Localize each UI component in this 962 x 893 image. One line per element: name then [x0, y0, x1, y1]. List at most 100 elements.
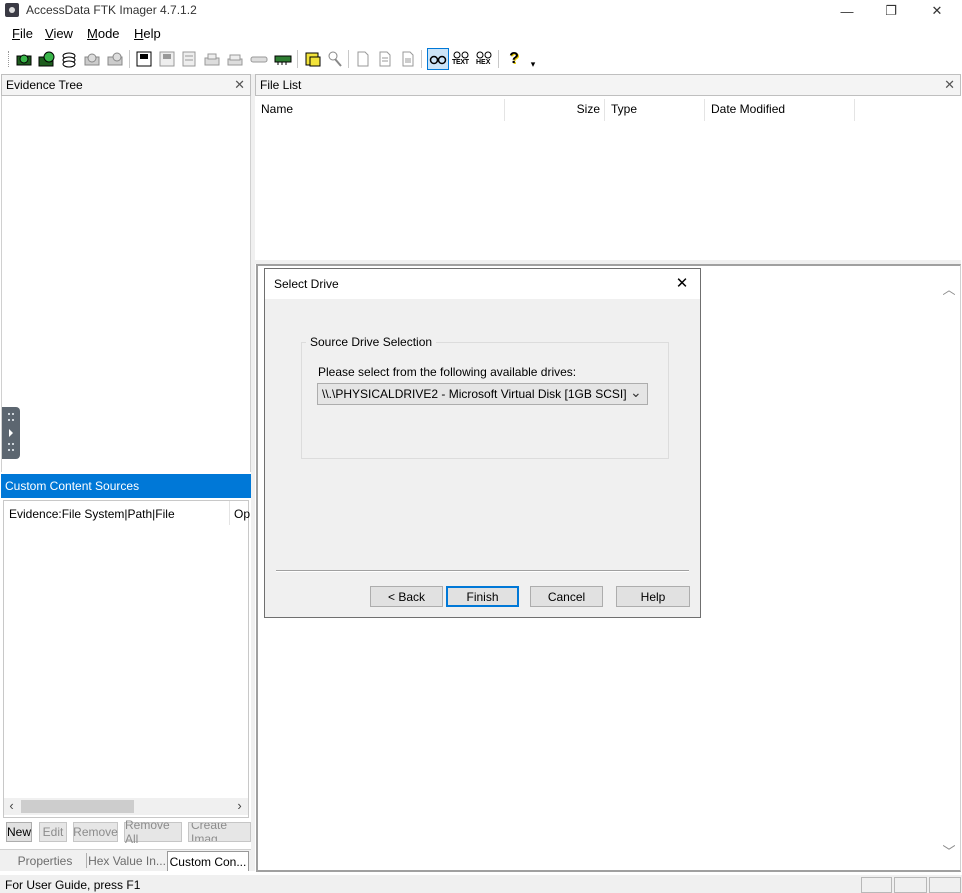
column-divider: [854, 99, 855, 121]
text-icon-label: TEXT: [452, 59, 469, 66]
scroll-right-icon[interactable]: ›: [232, 798, 247, 815]
file-list-area[interactable]: [255, 96, 961, 260]
dialog-separator-highlight: [276, 571, 689, 572]
status-panel: [861, 877, 892, 893]
menu-file-rest: ile: [19, 26, 33, 41]
help-icon[interactable]: ?: [504, 49, 524, 69]
drive-select-dropdown[interactable]: \\.\PHYSICALDRIVE2 - Microsoft Virtual D…: [317, 383, 648, 405]
menu-mode[interactable]: Mode: [87, 26, 120, 41]
dock-tab-icon[interactable]: [2, 407, 20, 459]
menu-mode-mnemonic: M: [87, 26, 98, 41]
toolbar-separator: [129, 50, 130, 68]
text-view-icon[interactable]: TEXT: [451, 49, 471, 69]
file-list-title: File List: [260, 78, 302, 92]
viewer-scroll-down-icon[interactable]: ﹀: [940, 841, 958, 859]
tab-hex-value-interpreter[interactable]: Hex Value In...: [87, 851, 167, 871]
menu-help[interactable]: Help: [134, 26, 161, 41]
file-list-header: File List ✕: [255, 74, 961, 96]
column-size[interactable]: Size: [560, 99, 600, 121]
chevron-down-icon: ⌄: [630, 384, 642, 400]
dialog-close-icon[interactable]: ✕: [671, 274, 693, 294]
create-image-button[interactable]: Create Imag: [188, 822, 251, 842]
menu-view-rest: iew: [53, 26, 73, 41]
toolbar-separator: [297, 50, 298, 68]
export-disk-image-icon[interactable]: [157, 49, 177, 69]
restore-button[interactable]: ❐: [868, 0, 914, 22]
viewer-scroll-up-icon[interactable]: ︿: [940, 279, 958, 297]
obtain-protected-files-icon[interactable]: [303, 49, 323, 69]
menu-help-mnemonic: H: [134, 26, 144, 41]
verify-drive-icon[interactable]: [353, 49, 373, 69]
toolbar-options-icon[interactable]: ▾: [526, 54, 540, 74]
menu-mode-rest: ode: [97, 26, 120, 41]
back-button[interactable]: < Back: [370, 586, 443, 607]
toolbar-separator: [348, 50, 349, 68]
menu-help-rest: elp: [143, 26, 161, 41]
export-logical-image-icon[interactable]: [179, 49, 199, 69]
column-divider: [604, 99, 605, 121]
capture-memory-icon[interactable]: [273, 49, 293, 69]
column-divider: [229, 501, 230, 525]
image-mounting-icon[interactable]: [59, 49, 79, 69]
menu-view[interactable]: View: [45, 26, 73, 41]
evidence-tree-close-icon[interactable]: ✕: [234, 77, 245, 93]
remove-all-evidence-icon[interactable]: [105, 49, 125, 69]
edit-button[interactable]: Edit: [39, 822, 67, 842]
remove-all-button[interactable]: Remove All: [124, 818, 182, 846]
toolbar-grip[interactable]: [8, 51, 11, 67]
select-drive-dialog: Select Drive ✕ Source Drive Selection Pl…: [264, 268, 701, 618]
auto-view-icon[interactable]: [427, 48, 449, 70]
detect-efs-icon[interactable]: [325, 49, 345, 69]
file-list-close-icon[interactable]: ✕: [944, 77, 955, 93]
toolbar-separator: [498, 50, 499, 68]
drive-prompt-label: Please select from the following availab…: [318, 365, 577, 379]
add-evidence-icon[interactable]: [14, 49, 34, 69]
menu-file[interactable]: File: [12, 26, 33, 41]
tab-properties[interactable]: Properties: [4, 851, 86, 871]
add-to-custom-content-icon[interactable]: [202, 49, 222, 69]
custom-content-list[interactable]: Evidence:File System|Path|File Op: [3, 500, 250, 818]
export-files-icon[interactable]: [375, 49, 395, 69]
source-drive-group-label: Source Drive Selection: [306, 335, 437, 349]
tab-custom-content[interactable]: Custom Con...: [167, 851, 249, 871]
custom-content-hscrollbar[interactable]: ‹ ›: [4, 798, 248, 815]
column-date-modified[interactable]: Date Modified: [711, 99, 785, 121]
menu-file-mnemonic: F: [12, 26, 20, 41]
column-name[interactable]: Name: [261, 99, 293, 121]
app-icon: [5, 3, 19, 17]
create-custom-image-icon[interactable]: [225, 49, 245, 69]
create-disk-image-icon[interactable]: [134, 49, 154, 69]
help-button[interactable]: Help: [616, 586, 690, 607]
hex-view-icon[interactable]: HEX: [474, 49, 494, 69]
add-all-evidence-icon[interactable]: [37, 49, 57, 69]
finish-button[interactable]: Finish: [446, 586, 519, 607]
close-button[interactable]: ✕: [914, 0, 960, 22]
cancel-button[interactable]: Cancel: [530, 586, 603, 607]
evidence-tree-title: Evidence Tree: [6, 78, 83, 92]
drive-select-value: \\.\PHYSICALDRIVE2 - Microsoft Virtual D…: [322, 387, 627, 401]
status-panel: [894, 877, 927, 893]
status-panel: [929, 877, 961, 893]
menu-bar: File View Mode Help: [0, 23, 962, 45]
minimize-button[interactable]: —: [824, 0, 870, 22]
column-type[interactable]: Type: [611, 99, 637, 121]
dialog-title-bar: Select Drive ✕: [265, 269, 700, 299]
remove-button[interactable]: Remove: [73, 822, 118, 842]
remove-evidence-icon[interactable]: [82, 49, 102, 69]
decrypt-ad1-icon[interactable]: [249, 49, 269, 69]
window-title: AccessData FTK Imager 4.7.1.2: [26, 3, 197, 17]
status-bar: For User Guide, press F1: [0, 875, 962, 893]
scroll-thumb[interactable]: [21, 800, 134, 813]
evidence-tree-header: Evidence Tree ✕: [1, 74, 251, 96]
export-hash-list-icon[interactable]: [398, 49, 418, 69]
column-divider: [504, 99, 505, 121]
title-bar: AccessData FTK Imager 4.7.1.2 — ❐ ✕: [0, 0, 962, 22]
scroll-left-icon[interactable]: ‹: [4, 798, 19, 815]
custom-content-col-options[interactable]: Op: [234, 507, 250, 521]
column-divider: [704, 99, 705, 121]
custom-content-header: Custom Content Sources: [1, 474, 251, 498]
new-button[interactable]: New: [6, 822, 32, 842]
evidence-tree-area[interactable]: [1, 96, 251, 472]
custom-content-col-evidence[interactable]: Evidence:File System|Path|File: [9, 507, 175, 521]
toolbar: TEXT HEX ? ▾: [0, 46, 962, 72]
